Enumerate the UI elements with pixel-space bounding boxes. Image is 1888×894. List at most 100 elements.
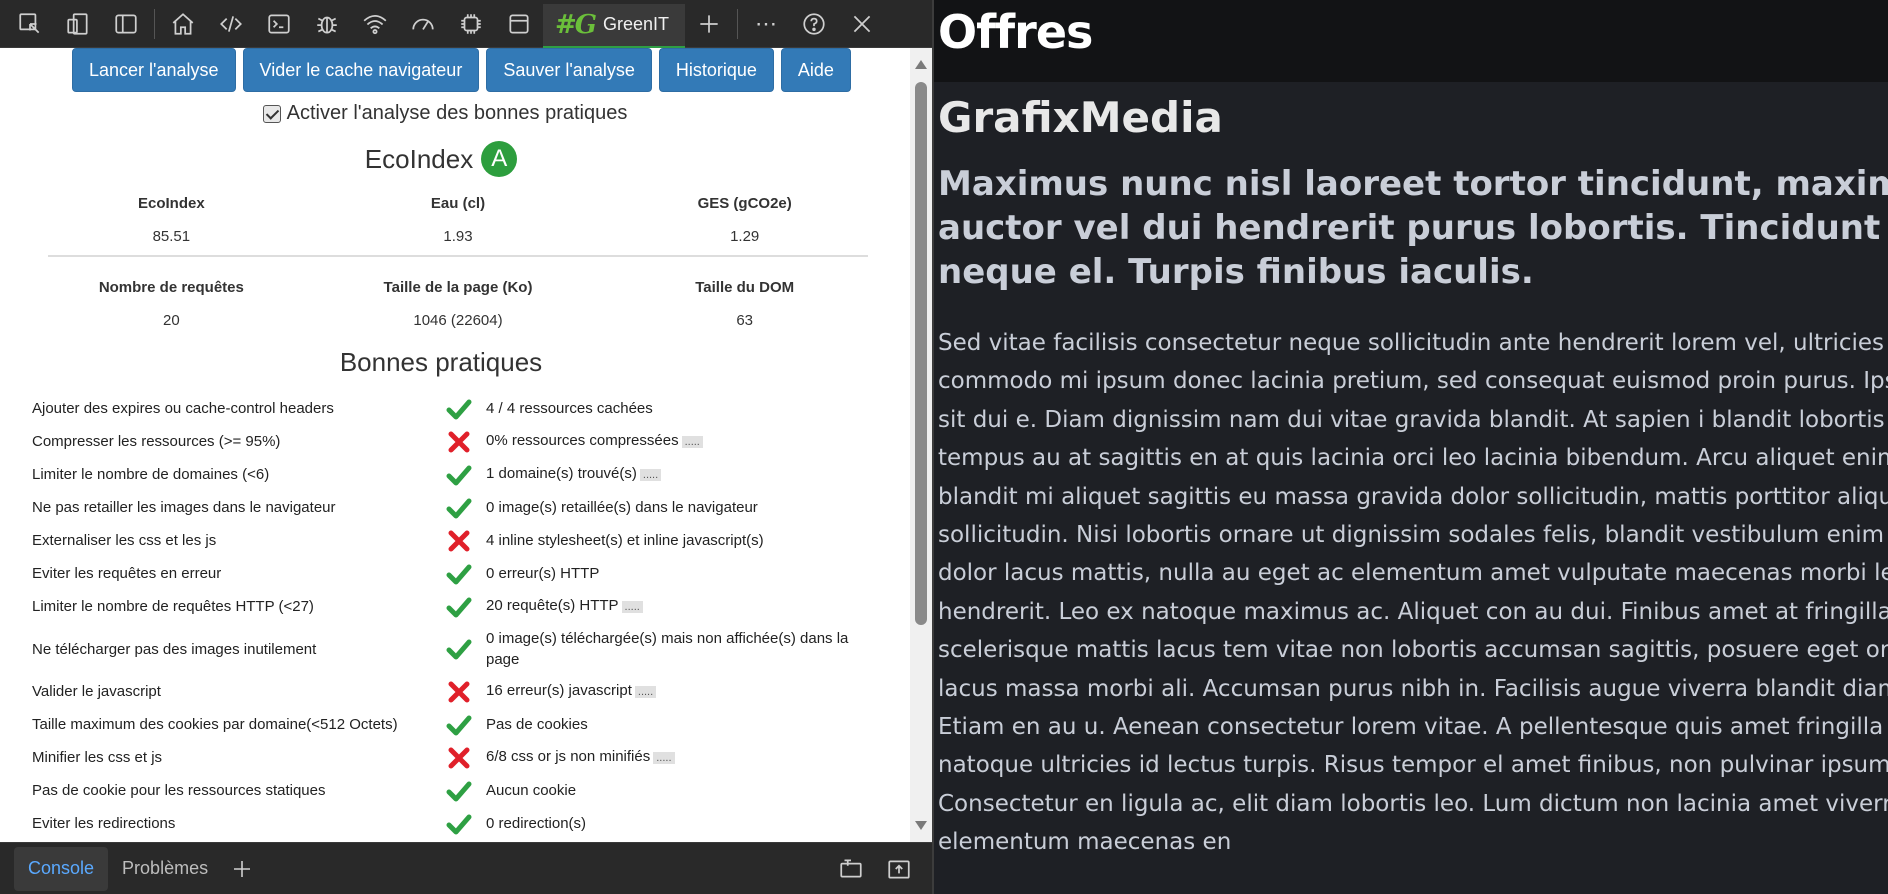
metric-ecoindex: EcoIndex 85.51 [28,195,315,245]
best-practices-list: Ajouter des expires ou cache-control hea… [0,392,910,840]
practice-row: Limiter le nombre de requêtes HTTP (<27)… [32,590,910,623]
practice-detail: 6/8 css or js non minifiés..... [486,746,856,769]
practice-row: Limiter le nombre de domaines (<6) 1 doma… [32,458,910,491]
action-buttons: Lancer l'analyse Vider le cache navigate… [0,48,910,92]
web-page: Offres GrafixMedia Maximus nunc nisl lao… [934,0,1888,894]
save-analysis-button[interactable]: Sauver l'analyse [486,48,652,92]
home-icon[interactable] [159,0,207,48]
drawer-tab-console[interactable]: Console [14,846,109,891]
close-icon[interactable] [838,0,886,48]
tab-greenit-label: GreenIT [603,14,670,34]
practice-detail: Pas de cookies [486,714,856,735]
ecoindex-title: EcoIndex [364,143,474,174]
clear-cache-button[interactable]: Vider le cache navigateur [242,48,480,92]
drawer-tab-problems[interactable]: Problèmes [108,847,222,891]
inspect-icon[interactable] [6,0,54,48]
toolbar-divider [737,8,739,39]
dock-sidebar-icon[interactable] [102,0,150,48]
practice-name: Eviter les requêtes en erreur [32,565,222,582]
practice-details-toggle[interactable]: ..... [681,436,703,448]
network-icon[interactable] [351,0,399,48]
metric-value: 1.29 [730,228,760,245]
practice-detail-text: 20 requête(s) HTTP [486,597,619,614]
practice-row: Pas de cookie pour les ressources statiq… [32,774,910,807]
practice-detail: 1 domaine(s) trouvé(s)..... [486,463,856,486]
practice-row: Minifier les css et js 6/8 css or js non … [32,741,910,774]
metric-value: 20 [162,312,180,329]
practice-name: Compresser les ressources (>= 95%) [32,433,281,450]
settings-gear-icon[interactable] [447,0,495,48]
practice-details-toggle[interactable]: ..... [653,752,675,764]
practice-detail: 0% ressources compressées..... [486,430,856,453]
page-body-text: Sed vitae facilisis consectetur neque so… [938,330,1888,856]
dock-drawer-icon[interactable] [832,847,870,891]
practice-name: Pas de cookie pour les ressources statiq… [32,782,326,799]
add-tab-icon[interactable] [685,0,733,48]
page-header-title: Offres [938,5,1093,59]
practice-detail: 0 redirection(s) [486,813,856,834]
metric-label: EcoIndex [137,195,205,212]
practice-row: Ajouter des expires ou cache-control hea… [32,392,910,425]
practice-detail: 4 inline stylesheet(s) et inline javascr… [486,530,856,551]
undock-drawer-icon[interactable] [880,847,918,891]
metrics-row: EcoIndex 85.51 Eau (cl) 1.93 GES (gCO2e)… [28,195,888,245]
scrollbar-thumb[interactable] [915,82,927,625]
console-icon[interactable] [255,0,303,48]
metric-value: 1.93 [443,228,473,245]
more-options-icon[interactable]: ⋯ [742,0,790,48]
devtools-drawer: Console Problèmes [0,842,932,894]
greenit-panel: Lancer l'analyse Vider le cache navigate… [0,48,910,842]
practice-detail-text: 0% ressources compressées [486,432,679,449]
practice-detail-text: 0 image(s) téléchargée(s) mais non affic… [486,630,849,668]
add-drawer-tab-icon[interactable] [222,847,262,891]
practice-detail-text: 16 erreur(s) javascript [486,682,632,699]
practice-detail: 4 / 4 ressources cachées [486,398,856,419]
help-button[interactable]: Aide [780,48,851,92]
practice-detail-text: Pas de cookies [486,716,588,733]
tab-greenit[interactable]: #G GreenIT [543,3,686,48]
devtools-pane: #G GreenIT ⋯ Lancer l'analyse Vider le c… [0,0,934,894]
practice-detail: Aucun cookie [486,780,856,801]
practice-row: Eviter les requêtes en erreur 0 erreur(s)… [32,557,910,590]
metric-value: 63 [736,312,754,329]
practice-detail-text: 6/8 css or js non minifiés [486,748,651,765]
cross-icon [432,747,486,769]
devtools-toolbar: #G GreenIT ⋯ [0,0,932,48]
practice-details-toggle[interactable]: ..... [621,601,643,613]
scroll-up-icon[interactable] [915,60,927,69]
practice-row: Ne télécharger pas des images inutilemen… [32,623,910,675]
performance-icon[interactable] [399,0,447,48]
cross-icon [432,681,486,703]
practice-detail-text: Aucun cookie [486,782,577,799]
history-button[interactable]: Historique [658,48,774,92]
practice-details-toggle[interactable]: ..... [639,469,662,481]
cross-icon [432,431,486,453]
practice-name: Ne télécharger pas des images inutilemen… [32,640,317,658]
best-practices-checkbox[interactable] [262,104,281,123]
check-icon [432,638,486,660]
application-icon[interactable] [495,0,543,48]
best-practices-toggle[interactable]: Activer l'analyse des bonnes pratiques [0,102,910,125]
practice-details-toggle[interactable]: ..... [634,686,657,698]
metrics-divider [48,255,868,257]
practice-detail-text: 4 inline stylesheet(s) et inline javascr… [486,532,764,549]
help-icon[interactable] [790,0,838,48]
best-practices-title: Bonnes pratiques [339,347,543,377]
scroll-down-icon[interactable] [915,821,927,830]
practice-row: Compresser les ressources (>= 95%) 0% res… [32,425,910,458]
bug-icon[interactable] [303,0,351,48]
greenit-panel-container: Lancer l'analyse Vider le cache navigate… [0,48,932,842]
panel-scrollbar[interactable] [910,48,932,842]
practice-name: Ajouter des expires ou cache-control hea… [32,400,334,417]
metric-page-size: Taille de la page (Ko) 1046 (22604) [315,279,602,329]
elements-icon[interactable] [207,0,255,48]
practice-row: Ne pas retailler les images dans le navi… [32,491,910,524]
cross-icon [432,530,486,552]
check-icon [432,497,486,519]
metric-label: GES (gCO2e) [697,195,792,212]
greenit-logo-icon: #G [555,9,597,40]
device-emulation-icon[interactable] [54,0,102,48]
practice-detail: 20 requête(s) HTTP..... [486,595,856,618]
run-analysis-button[interactable]: Lancer l'analyse [72,48,236,92]
practice-detail: 0 erreur(s) HTTP [486,563,856,584]
